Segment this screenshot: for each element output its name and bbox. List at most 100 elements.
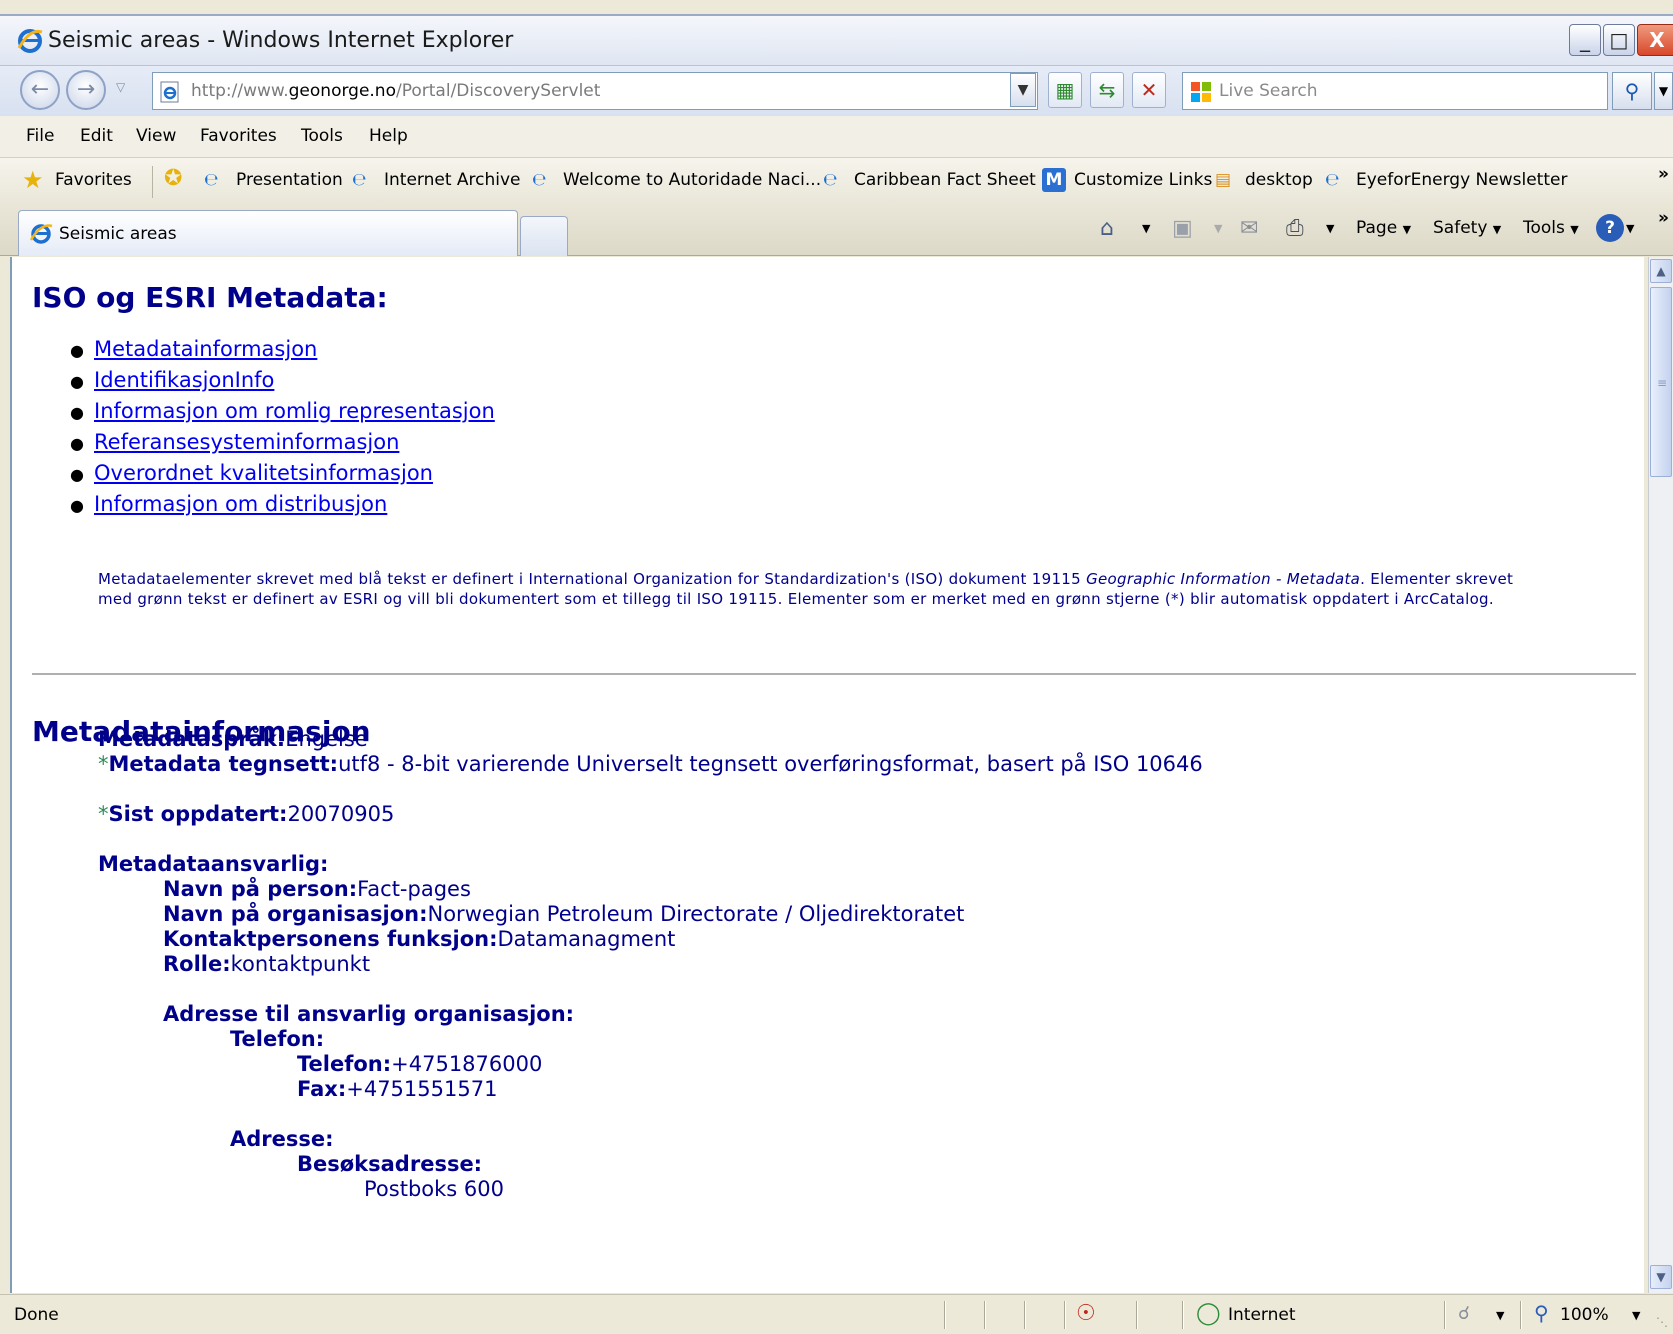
menu-view[interactable]: View [136,126,176,146]
privacy-report-icon[interactable]: ☉ [1076,1301,1096,1326]
minimize-icon: _ [1580,28,1590,52]
menu-favorites[interactable]: Favorites [200,126,277,146]
toc-item: ● Referansesysteminformasjon [70,430,400,454]
status-divider [1444,1301,1446,1329]
fax-row: Fax:+4751551571 [297,1077,498,1101]
scroll-down-button[interactable]: ▼ [1650,1265,1672,1289]
refresh-icon[interactable]: ⇆ [1090,72,1124,108]
toc-item: ● Informasjon om distribusjon [70,492,388,516]
close-button[interactable]: X [1637,24,1673,56]
menu-bar: File Edit View Favorites Tools Help [0,116,1673,158]
metadata-charset-row: *Metadata tegnsett:utf8 - 8-bit varieren… [98,752,1203,776]
tools-menu[interactable]: Tools ▼ [1523,218,1579,238]
ie-logo-icon [29,224,53,244]
menu-tools[interactable]: Tools [301,126,343,146]
favorite-link-internet-archive[interactable]: Internet Archive [384,170,521,190]
protected-mode-icon[interactable]: ☌ [1458,1303,1470,1324]
favorite-link-caribbean[interactable]: Caribbean Fact Sheet [854,170,1036,190]
ie-page-icon: ℮ [204,170,219,190]
resize-grip-icon[interactable]: ⋱ [1656,1315,1668,1329]
status-divider [1136,1301,1138,1329]
favorite-link-desktop[interactable]: desktop [1245,170,1313,190]
organization-name-row: Navn på organisasjon:Norwegian Petroleum… [163,902,965,926]
new-tab-button[interactable] [520,216,568,256]
print-icon[interactable]: ⎙ [1286,216,1304,241]
menu-file[interactable]: File [26,126,54,146]
back-arrow-icon: ← [30,77,50,102]
status-divider [1064,1301,1066,1329]
iso-metadata-heading: ISO og ESRI Metadata: [32,281,388,314]
vertical-scrollbar[interactable]: ▲ ≡ ▼ [1648,257,1673,1293]
search-input[interactable]: Live Search [1182,72,1608,110]
org-address-heading: Adresse til ansvarlig organisasjon: [163,1002,575,1026]
toc-link-romlig-representasjon[interactable]: Informasjon om romlig representasjon [94,399,495,423]
role-row: Rolle:kontaktpunkt [163,952,371,976]
feeds-icon[interactable]: ▣ [1172,216,1193,241]
tab-seismic-areas[interactable]: Seismic areas [18,210,518,256]
menu-help[interactable]: Help [369,126,408,146]
title-bar: Seismic areas - Windows Internet Explore… [0,14,1673,66]
zoom-dropdown-icon[interactable]: ▼ [1632,1309,1640,1322]
address-dropdown-button[interactable]: ▼ [1010,73,1036,107]
back-button[interactable]: ← [20,70,60,110]
status-divider [1182,1301,1184,1329]
forward-button[interactable]: → [66,70,106,110]
favorites-bar: ★ Favorites ✪ ℮ Presentation ℮ Internet … [0,158,1673,206]
browser-window: Seismic areas - Windows Internet Explore… [0,0,1673,1334]
toc-link-distribusjon[interactable]: Informasjon om distribusjon [94,492,387,516]
person-name-row: Navn på person:Fact-pages [163,877,471,901]
maximize-icon: □ [1609,28,1629,52]
read-mail-icon[interactable]: ✉ [1240,216,1258,241]
search-options-dropdown[interactable]: ▼ [1654,72,1673,110]
favorite-link-customize[interactable]: Customize Links [1074,170,1212,190]
print-dropdown-icon[interactable]: ▼ [1326,222,1334,235]
visit-address-value: Postboks 600 [364,1177,504,1201]
favorites-star-icon: ★ [22,166,44,194]
address-input[interactable]: http://www.geonorge.no/Portal/DiscoveryS… [152,72,1038,110]
page-ie-icon [160,81,179,103]
feeds-dropdown-icon[interactable]: ▼ [1214,222,1222,235]
recent-pages-dropdown-icon[interactable]: ▽ [116,80,125,94]
metadata-language-row: Metadataspråk:Engelse [98,727,368,751]
metadata-legend-note: Metadataelementer skrevet med blå tekst … [98,570,1514,608]
customize-links-icon: M [1042,168,1066,192]
stop-icon[interactable]: ✕ [1132,72,1166,108]
home-icon[interactable]: ⌂ [1100,216,1114,241]
ie-page-icon: ℮ [352,170,367,190]
ie-page-icon: ℮ [823,170,838,190]
safety-menu[interactable]: Safety ▼ [1433,218,1501,238]
toc-link-referansesystem[interactable]: Referansesysteminformasjon [94,430,399,454]
help-dropdown-icon[interactable]: ▼ [1626,222,1634,235]
home-dropdown-icon[interactable]: ▼ [1142,222,1150,235]
favorite-link-eyeforenergy[interactable]: EyeforEnergy Newsletter [1356,170,1567,190]
toc-link-metadatainformasjon[interactable]: Metadatainformasjon [94,337,317,361]
toc-link-identifikasjoninfo[interactable]: IdentifikasjonInfo [94,368,274,392]
ie-logo-icon [17,29,43,53]
compatibility-view-icon[interactable]: ▦ [1048,72,1082,108]
favorite-link-autoridade[interactable]: Welcome to Autoridade Naci... [563,170,821,190]
address-toolbar: ← → ▽ http://www.geonorge.no/Portal/Disc… [0,66,1673,116]
favorites-overflow-chevron[interactable]: » [1658,164,1669,184]
scrollbar-grip-icon: ≡ [1657,376,1668,390]
search-icon[interactable]: ⚲ [1612,72,1652,110]
zoom-level[interactable]: 100% [1560,1305,1609,1325]
favorites-button[interactable]: Favorites [55,170,132,190]
minimize-button[interactable]: _ [1569,24,1601,56]
command-overflow-chevron[interactable]: » [1658,208,1669,228]
scrollbar-thumb[interactable]: ≡ [1650,287,1672,477]
maximize-button[interactable]: □ [1603,24,1635,56]
zoom-icon[interactable]: ⚲ [1534,1301,1549,1325]
toc-link-kvalitetsinformasjon[interactable]: Overordnet kvalitetsinformasjon [94,461,433,485]
address-heading: Adresse: [230,1127,334,1151]
help-icon[interactable]: ? [1596,214,1624,242]
add-to-favorites-icon[interactable]: ✪ [164,166,182,191]
window-title: Seismic areas - Windows Internet Explore… [48,28,514,53]
scroll-up-button[interactable]: ▲ [1650,259,1672,283]
menu-edit[interactable]: Edit [80,126,113,146]
status-divider [1520,1301,1522,1329]
internet-zone-globe-icon: ◯ [1196,1301,1221,1326]
page-menu[interactable]: Page ▼ [1356,218,1411,238]
protected-mode-dropdown-icon[interactable]: ▼ [1496,1309,1504,1322]
favorite-link-presentation[interactable]: Presentation [236,170,343,190]
live-search-icon [1191,82,1211,102]
